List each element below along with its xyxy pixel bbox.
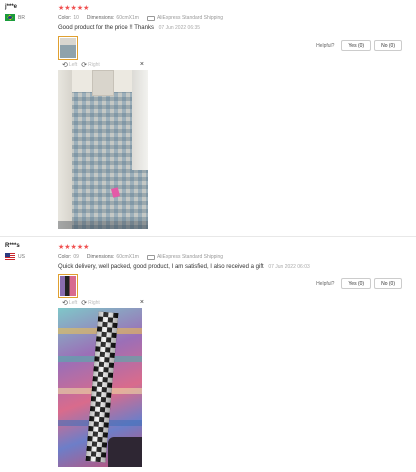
review-content: ★★★★★ Color: 09 Dimensions: 60cmX1m AliE… [58,243,408,270]
review-meta: Color: 10 Dimensions: 60cmX1m AliExpress… [58,15,408,21]
review-text: Good product for the price !! Thanks [58,25,154,31]
rotate-right-label[interactable]: Right [88,62,100,68]
shipping-method: AliExpress Standard Shipping [156,254,224,260]
helpful-vote: Helpful? Yes (0) No (0) [316,278,402,289]
rotate-left-label[interactable]: Left [69,300,77,306]
rotate-right-icon[interactable]: ⟳ [81,300,87,307]
dimensions-label: Dimensions: [86,254,115,260]
review-photo-large [58,308,142,467]
country-code: BR [18,14,25,21]
shipping-truck-icon [146,15,155,21]
review-photo-large [58,70,148,229]
star-rating: ★★★★★ [58,244,90,251]
reviewer-country: BR [5,14,25,21]
review-text-row: Quick delivery, well packed, good produc… [58,264,408,270]
review-item: j***e BR ★★★★★ Color: 10 Dimensions: 60c… [0,0,416,236]
reviewer-name: j***e [5,4,18,10]
close-icon[interactable]: × [140,61,144,68]
color-value: 10 [73,15,79,21]
rotate-right-label[interactable]: Right [88,300,100,306]
review-divider [0,236,416,237]
review-date: 07 Jun 2022 06:03 [268,264,310,270]
close-icon[interactable]: × [140,299,144,306]
dimensions-value: 60cmX1m [116,254,139,260]
reviewer-country: US [5,253,25,260]
dimensions-value: 60cmX1m [116,15,139,21]
helpful-vote: Helpful? Yes (0) No (0) [316,40,402,51]
color-label: Color: [58,15,72,21]
rotate-left-icon[interactable]: ⟲ [62,300,68,307]
review-text-row: Good product for the price !! Thanks 07 … [58,25,408,31]
thumbnail-image [60,276,76,296]
review-text: Quick delivery, well packed, good produc… [58,264,264,270]
helpful-label: Helpful? [316,42,335,49]
review-photo-thumbnail[interactable] [58,274,78,298]
color-value: 09 [73,254,79,260]
photo-viewer-toolbar: ⟲ Left ⟳ Right × [58,299,148,307]
reviewer-name: R***s [5,243,20,249]
rotate-right-icon[interactable]: ⟳ [81,62,87,69]
reviewer-info: R***s US [5,243,25,260]
country-code: US [18,253,25,260]
review-content: ★★★★★ Color: 10 Dimensions: 60cmX1m AliE… [58,4,408,31]
color-label: Color: [58,254,72,260]
star-rating: ★★★★★ [58,5,90,12]
review-date: 07 Jun 2022 06:35 [158,25,201,31]
review-meta: Color: 09 Dimensions: 60cmX1m AliExpress… [58,254,408,260]
photo-viewer-toolbar: ⟲ Left ⟳ Right × [58,61,148,69]
rotate-left-label[interactable]: Left [69,62,77,68]
shipping-truck-icon [146,254,155,260]
thumbnail-image [60,38,76,58]
helpful-label: Helpful? [316,280,335,287]
helpful-no-button[interactable]: No (0) [374,278,402,289]
brazil-flag-icon [5,14,15,21]
rotate-left-icon[interactable]: ⟲ [62,62,68,69]
review-photo-thumbnail[interactable] [58,36,78,60]
us-flag-icon [5,253,15,260]
dimensions-label: Dimensions: [86,15,115,21]
reviewer-info: j***e BR [5,4,25,21]
helpful-no-button[interactable]: No (0) [374,40,402,51]
helpful-yes-button[interactable]: Yes (0) [341,40,372,51]
shipping-method: AliExpress Standard Shipping [156,15,224,21]
helpful-yes-button[interactable]: Yes (0) [341,278,372,289]
